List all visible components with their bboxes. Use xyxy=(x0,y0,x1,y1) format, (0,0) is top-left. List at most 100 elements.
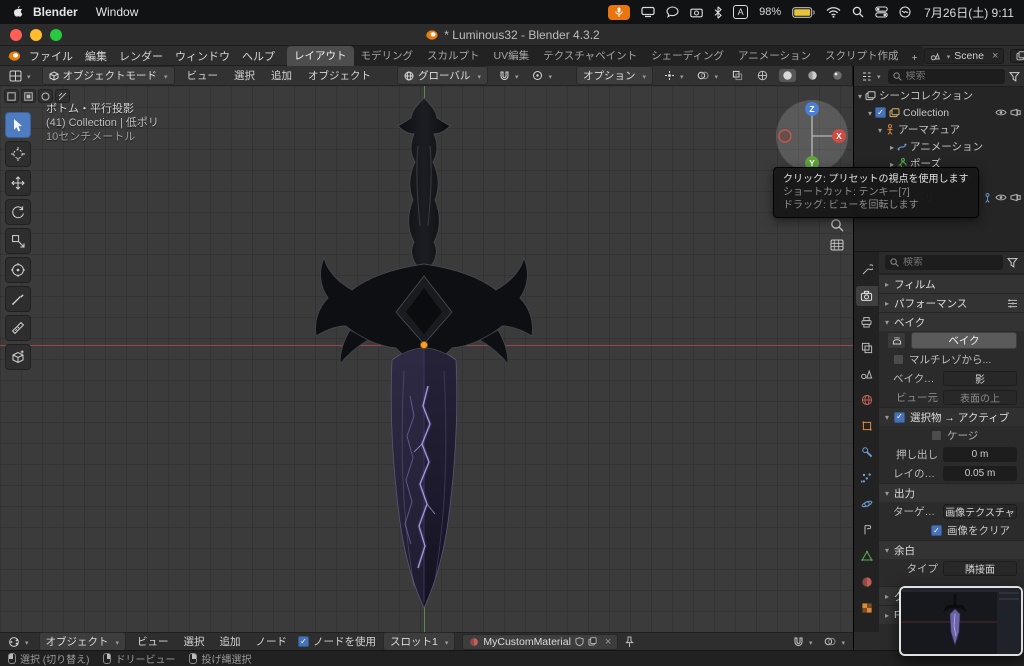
target-dropdown[interactable]: 画像テクスチャ xyxy=(943,504,1017,519)
outliner-row-collection[interactable]: Collection xyxy=(854,104,1024,121)
filter-icon[interactable] xyxy=(1007,257,1018,268)
material-slot-selector[interactable]: スロット1 xyxy=(383,632,455,651)
mode-selector[interactable]: オブジェクトモード xyxy=(42,66,175,85)
apple-menu-icon[interactable] xyxy=(10,5,23,19)
menu-edit[interactable]: 編集 xyxy=(79,48,113,64)
cage-row[interactable]: ケージ xyxy=(879,426,1024,445)
menu-window[interactable]: ウィンドウ xyxy=(169,48,236,64)
siri-icon[interactable] xyxy=(899,6,911,18)
viewport-menu-object[interactable]: オブジェクト xyxy=(304,68,375,83)
panel-performance[interactable]: パフォーマンス xyxy=(879,293,1024,312)
panel-margin[interactable]: 余白 xyxy=(879,540,1024,559)
shader-menu-node[interactable]: ノード xyxy=(252,634,292,649)
properties-search-input[interactable] xyxy=(903,257,998,268)
tab-render-properties[interactable] xyxy=(856,286,878,306)
ray-distance-value-field[interactable]: 0.05 m xyxy=(943,466,1017,481)
toggle-icon-1[interactable] xyxy=(4,89,19,103)
scene-selector[interactable]: Scene xyxy=(924,48,1005,64)
panel-bake[interactable]: ベイク xyxy=(879,312,1024,331)
traffic-light-zoom[interactable] xyxy=(50,29,62,41)
chat-icon[interactable] xyxy=(666,6,679,18)
toggle-icon-2[interactable] xyxy=(21,89,36,103)
menu-bar-clock[interactable]: 7月26日(土) 9:11 xyxy=(924,4,1014,21)
toggle-icon-4[interactable] xyxy=(55,89,70,103)
input-source-icon[interactable]: A xyxy=(733,5,748,19)
menu-help[interactable]: ヘルプ xyxy=(236,48,281,64)
outliner-row-scene-collection[interactable]: シーンコレクション xyxy=(854,87,1024,104)
tab-object-properties[interactable] xyxy=(856,416,878,436)
tab-uv-editing[interactable]: UV編集 xyxy=(487,46,537,66)
zoom-control-icon[interactable] xyxy=(830,218,844,232)
tab-world-properties[interactable] xyxy=(856,390,878,410)
app-menu-blender[interactable]: Blender xyxy=(25,5,86,19)
bluetooth-icon[interactable] xyxy=(714,6,722,19)
tab-texture-properties[interactable] xyxy=(856,598,878,618)
filter-icon[interactable] xyxy=(1009,71,1020,82)
preset-menu-icon[interactable] xyxy=(1007,299,1018,308)
traffic-light-close[interactable] xyxy=(10,29,22,41)
traffic-light-minimize[interactable] xyxy=(30,29,42,41)
tab-scripting[interactable]: スクリプト作成 xyxy=(818,46,906,66)
toggle-icon-3[interactable] xyxy=(38,89,53,103)
tab-physics-properties[interactable] xyxy=(856,494,878,514)
tool-annotate[interactable] xyxy=(5,286,31,312)
from-multires-row[interactable]: マルチレゾから... xyxy=(879,350,1024,369)
cage-checkbox[interactable] xyxy=(931,430,942,441)
options-dropdown[interactable]: オプション xyxy=(576,66,653,85)
tab-modifier-properties[interactable] xyxy=(856,442,878,462)
material-selector[interactable]: MyCustomMaterial xyxy=(462,634,618,650)
snap-node-icon[interactable] xyxy=(790,635,816,649)
camera-view-icon[interactable] xyxy=(830,239,844,251)
margin-type-dropdown[interactable]: 隣接面 xyxy=(943,561,1017,576)
tool-rotate[interactable] xyxy=(5,199,31,225)
shading-rendered[interactable] xyxy=(829,69,846,82)
sword-model[interactable] xyxy=(0,86,853,632)
camera-icon[interactable] xyxy=(690,7,703,18)
overlay-node-icon[interactable] xyxy=(821,635,848,649)
render-camera-icon[interactable] xyxy=(1010,193,1021,202)
tab-object-data-properties[interactable] xyxy=(856,546,878,566)
outliner-search[interactable] xyxy=(888,69,1005,84)
extrusion-value-field[interactable]: 0 m xyxy=(943,447,1017,462)
viewport-menu-view[interactable]: ビュー xyxy=(183,68,223,83)
screen-recording-mic-indicator[interactable] xyxy=(608,5,630,20)
tab-modeling[interactable]: モデリング xyxy=(354,46,421,66)
outliner-row-animation[interactable]: アニメーション xyxy=(854,138,1024,155)
panel-output[interactable]: 出力 xyxy=(879,483,1024,502)
armature-modifier-icon[interactable] xyxy=(983,193,992,203)
tool-select-box[interactable] xyxy=(5,112,31,138)
shading-wireframe[interactable] xyxy=(754,69,771,82)
app-menu-window[interactable]: Window xyxy=(88,5,147,19)
tab-view-layer-properties[interactable] xyxy=(856,338,878,358)
transform-orientation-selector[interactable]: グローバル xyxy=(397,66,488,85)
add-workspace-button[interactable]: + xyxy=(906,50,924,66)
shading-solid[interactable] xyxy=(779,69,796,82)
panel-selected-to-active[interactable]: 選択物 → アクティブ xyxy=(879,407,1024,426)
display-mirroring-icon[interactable] xyxy=(641,6,655,18)
eye-icon[interactable] xyxy=(995,193,1007,202)
bake-button[interactable]: ベイク xyxy=(911,332,1017,349)
tab-layout[interactable]: レイアウト xyxy=(287,46,354,66)
shader-editor-type-dropdown[interactable] xyxy=(5,635,32,649)
show-overlays-toggle[interactable] xyxy=(694,69,721,83)
selected-to-active-checkbox[interactable] xyxy=(894,412,905,423)
collection-checkbox[interactable] xyxy=(875,107,886,118)
tool-cursor[interactable] xyxy=(5,141,31,167)
tab-scene-properties[interactable] xyxy=(856,364,878,384)
menu-render[interactable]: レンダー xyxy=(113,48,169,64)
unlink-material-icon[interactable] xyxy=(601,636,611,648)
snap-toggle[interactable] xyxy=(496,69,522,83)
menu-file[interactable]: ファイル xyxy=(23,48,79,64)
render-camera-icon[interactable] xyxy=(1010,108,1021,117)
3d-viewport[interactable]: オブジェクトモード ビュー 選択 追加 オブジェクト グローバル オプション xyxy=(0,66,853,632)
tool-scale[interactable] xyxy=(5,228,31,254)
xray-toggle[interactable] xyxy=(729,69,746,82)
tab-animation[interactable]: アニメーション xyxy=(731,46,818,66)
viewport-canvas[interactable]: ボトム・平行投影 (41) Collection | 低ポリ 10センチメートル xyxy=(0,86,853,632)
panel-film[interactable]: フィルム xyxy=(879,274,1024,293)
shader-menu-select[interactable]: 選択 xyxy=(180,634,209,649)
bake-type-dropdown[interactable]: 影 xyxy=(943,371,1017,386)
tool-add-primitive[interactable] xyxy=(5,344,31,370)
navigation-gizmo[interactable]: Z X Y xyxy=(776,100,848,172)
spotlight-search-icon[interactable] xyxy=(852,6,864,18)
